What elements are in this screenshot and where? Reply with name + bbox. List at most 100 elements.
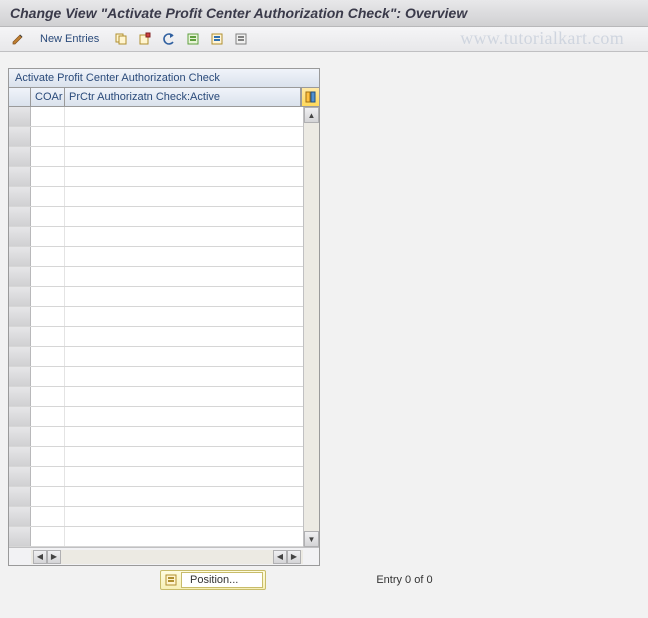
scroll-track-horizontal[interactable]: ◀ ▶ ◀ ▶ [31, 550, 303, 564]
cell-prctr-check[interactable] [65, 287, 303, 306]
select-all-icon[interactable] [183, 30, 203, 48]
cell-prctr-check[interactable] [65, 147, 303, 166]
table-row [9, 447, 303, 467]
cell-prctr-check[interactable] [65, 407, 303, 426]
cell-coar[interactable] [31, 287, 65, 306]
table-row [9, 507, 303, 527]
entry-count-text: Entry 0 of 0 [376, 574, 432, 586]
cell-coar[interactable] [31, 447, 65, 466]
table-row [9, 287, 303, 307]
scroll-track-vertical[interactable] [304, 123, 319, 531]
cell-prctr-check[interactable] [65, 527, 303, 546]
row-selector[interactable] [9, 387, 31, 406]
row-selector[interactable] [9, 127, 31, 146]
row-selector[interactable] [9, 467, 31, 486]
row-selector[interactable] [9, 427, 31, 446]
cell-prctr-check[interactable] [65, 107, 303, 126]
row-selector[interactable] [9, 487, 31, 506]
row-selector-header [9, 88, 31, 106]
cell-prctr-check[interactable] [65, 267, 303, 286]
table-row [9, 247, 303, 267]
table-settings-icon[interactable] [301, 88, 319, 106]
row-selector[interactable] [9, 407, 31, 426]
cell-prctr-check[interactable] [65, 227, 303, 246]
row-selector[interactable] [9, 227, 31, 246]
cell-coar[interactable] [31, 487, 65, 506]
scroll-up-icon[interactable]: ▲ [304, 107, 319, 123]
cell-coar[interactable] [31, 187, 65, 206]
main-area: Activate Profit Center Authorization Che… [0, 52, 648, 574]
cell-prctr-check[interactable] [65, 307, 303, 326]
cell-coar[interactable] [31, 127, 65, 146]
row-selector[interactable] [9, 527, 31, 546]
row-selector[interactable] [9, 287, 31, 306]
cell-coar[interactable] [31, 247, 65, 266]
cell-prctr-check[interactable] [65, 507, 303, 526]
cell-coar[interactable] [31, 467, 65, 486]
table-row [9, 147, 303, 167]
horizontal-scrollbar[interactable]: ◀ ▶ ◀ ▶ [9, 547, 319, 565]
cell-coar[interactable] [31, 207, 65, 226]
row-selector[interactable] [9, 507, 31, 526]
row-selector[interactable] [9, 247, 31, 266]
row-selector[interactable] [9, 327, 31, 346]
cell-coar[interactable] [31, 347, 65, 366]
cell-prctr-check[interactable] [65, 187, 303, 206]
scroll-right-icon[interactable]: ◀ [273, 550, 287, 564]
cell-prctr-check[interactable] [65, 487, 303, 506]
position-icon [165, 574, 177, 586]
table-panel: Activate Profit Center Authorization Che… [8, 68, 320, 566]
cell-prctr-check[interactable] [65, 127, 303, 146]
cell-prctr-check[interactable] [65, 247, 303, 266]
cell-coar[interactable] [31, 107, 65, 126]
select-block-icon[interactable] [207, 30, 227, 48]
scroll-left-icon[interactable]: ▶ [47, 550, 61, 564]
cell-prctr-check[interactable] [65, 167, 303, 186]
scroll-down-icon[interactable]: ▼ [304, 531, 319, 547]
cell-coar[interactable] [31, 167, 65, 186]
cell-coar[interactable] [31, 367, 65, 386]
vertical-scrollbar[interactable]: ▲ ▼ [303, 107, 319, 547]
row-selector[interactable] [9, 307, 31, 326]
cell-coar[interactable] [31, 527, 65, 546]
row-selector[interactable] [9, 367, 31, 386]
cell-coar[interactable] [31, 227, 65, 246]
row-selector[interactable] [9, 167, 31, 186]
cell-coar[interactable] [31, 427, 65, 446]
copy-as-icon[interactable] [111, 30, 131, 48]
cell-prctr-check[interactable] [65, 367, 303, 386]
cell-prctr-check[interactable] [65, 387, 303, 406]
column-header-prctr-check[interactable]: PrCtr Authorizatn Check:Active [65, 88, 301, 106]
deselect-all-icon[interactable] [231, 30, 251, 48]
row-selector[interactable] [9, 187, 31, 206]
cell-prctr-check[interactable] [65, 207, 303, 226]
cell-coar[interactable] [31, 327, 65, 346]
cell-coar[interactable] [31, 507, 65, 526]
cell-coar[interactable] [31, 387, 65, 406]
cell-coar[interactable] [31, 407, 65, 426]
position-button[interactable]: Position... [160, 570, 266, 590]
column-header-coar[interactable]: COAr [31, 88, 65, 106]
new-entries-button[interactable]: New Entries [32, 31, 107, 47]
cell-coar[interactable] [31, 267, 65, 286]
cell-prctr-check[interactable] [65, 447, 303, 466]
scroll-last-icon[interactable]: ▶ [287, 550, 301, 564]
delete-icon[interactable] [135, 30, 155, 48]
cell-prctr-check[interactable] [65, 427, 303, 446]
row-selector[interactable] [9, 267, 31, 286]
row-selector[interactable] [9, 347, 31, 366]
row-selector[interactable] [9, 447, 31, 466]
table-row [9, 167, 303, 187]
cell-coar[interactable] [31, 147, 65, 166]
cell-prctr-check[interactable] [65, 347, 303, 366]
cell-coar[interactable] [31, 307, 65, 326]
undo-change-icon[interactable] [159, 30, 179, 48]
toolbar: New Entries [0, 27, 648, 52]
scroll-first-icon[interactable]: ◀ [33, 550, 47, 564]
row-selector[interactable] [9, 147, 31, 166]
cell-prctr-check[interactable] [65, 467, 303, 486]
cell-prctr-check[interactable] [65, 327, 303, 346]
toggle-display-change-icon[interactable] [8, 30, 28, 48]
row-selector[interactable] [9, 207, 31, 226]
row-selector[interactable] [9, 107, 31, 126]
